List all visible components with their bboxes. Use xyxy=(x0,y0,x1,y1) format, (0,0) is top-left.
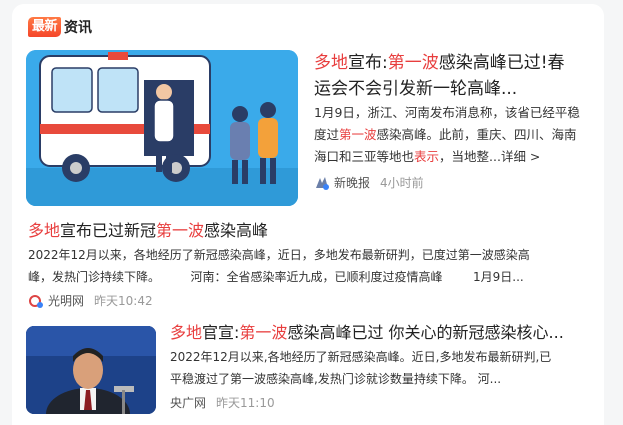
title-text: 感染高峰已过!春 xyxy=(438,53,565,73)
title-text: 感染高峰已过 你关心的新冠感染核心... xyxy=(287,323,564,342)
summary-line: 2022年12月以来，各地经历了新冠感染高峰，近日，多地发布最新研判，已度过第一… xyxy=(28,248,530,262)
summary-line: 峰，发热门诊持续下降。 河南：全省感染率近九成，已顺利度过疫情高峰 1月9日..… xyxy=(28,270,524,284)
title-text: 宣布: xyxy=(348,53,388,73)
news-card: 最新 资讯 多地宣布:第一波感染高峰已过!春 运会不会引发新一轮高峰... 1月… xyxy=(12,4,604,425)
press-conference-thumbnail[interactable] xyxy=(26,326,156,414)
title-highlight: 第一波 xyxy=(387,53,439,73)
title-text: 感染高峰 xyxy=(204,221,269,240)
publish-time: 4小时前 xyxy=(380,176,424,190)
summary-line: 平稳渡过了第一波感染高峰,发热门诊就诊数量持续下降。 河... xyxy=(170,372,502,386)
item2-source[interactable]: 光明网 昨天10:42 xyxy=(28,292,153,309)
item2-title[interactable]: 多地宣布已过新冠第一波感染高峰 xyxy=(28,218,588,244)
latest-badge: 最新 xyxy=(28,17,62,37)
item1-title[interactable]: 多地宣布:第一波感染高峰已过!春运会不会引发新一轮高峰... xyxy=(314,50,594,102)
item3-summary: 2022年12月以来,各地经历了新冠感染高峰。近日,多地发布最新研判,已 平稳渡… xyxy=(170,346,595,390)
source-name: 新晚报 xyxy=(334,176,371,190)
item1-summary: 1月9日，浙江、河南发布消息称，该省已经平稳度过第一波感染高峰。此前，重庆、四川… xyxy=(314,102,586,168)
summary-highlight: 第一波 xyxy=(339,127,377,142)
speaker-photo xyxy=(26,326,156,414)
publish-time: 昨天10:42 xyxy=(94,294,153,308)
ambulance-illustration xyxy=(26,50,298,206)
summary-text: ，当地整... xyxy=(439,149,501,164)
title-highlight: 第一波 xyxy=(156,221,205,240)
xinwanbao-icon xyxy=(314,176,330,190)
details-link[interactable]: 详细 > xyxy=(501,149,540,164)
item3-title[interactable]: 多地官宣:第一波感染高峰已过 你关心的新冠感染核心... xyxy=(170,320,590,346)
title-highlight: 第一波 xyxy=(239,323,288,342)
ambulance-thumbnail[interactable] xyxy=(26,50,298,206)
summary-line: 2022年12月以来,各地经历了新冠感染高峰。近日,多地发布最新研判,已 xyxy=(170,350,552,364)
item1-source[interactable]: 新晚报 4小时前 xyxy=(314,174,424,191)
title-text: 宣布已过新冠 xyxy=(60,221,157,240)
publish-time: 昨天11:10 xyxy=(216,396,275,410)
title-highlight: 多地 xyxy=(170,323,203,342)
title-highlight: 多地 xyxy=(314,53,348,73)
header-label: 资讯 xyxy=(64,20,93,36)
summary-highlight: 表示 xyxy=(414,149,440,164)
title-highlight: 多地 xyxy=(28,221,61,240)
title-text: 官宣: xyxy=(202,323,240,342)
title-text: 运会不会引发新一轮高峰... xyxy=(314,79,518,99)
guangming-icon xyxy=(28,294,44,308)
item3-source[interactable]: 央广网 昨天11:10 xyxy=(170,394,275,411)
item2-summary: 2022年12月以来，各地经历了新冠感染高峰，近日，多地发布最新研判，已度过第一… xyxy=(28,244,598,288)
source-name: 央广网 xyxy=(170,396,207,410)
source-name: 光明网 xyxy=(48,294,85,308)
news-header: 最新 资讯 xyxy=(28,16,92,38)
